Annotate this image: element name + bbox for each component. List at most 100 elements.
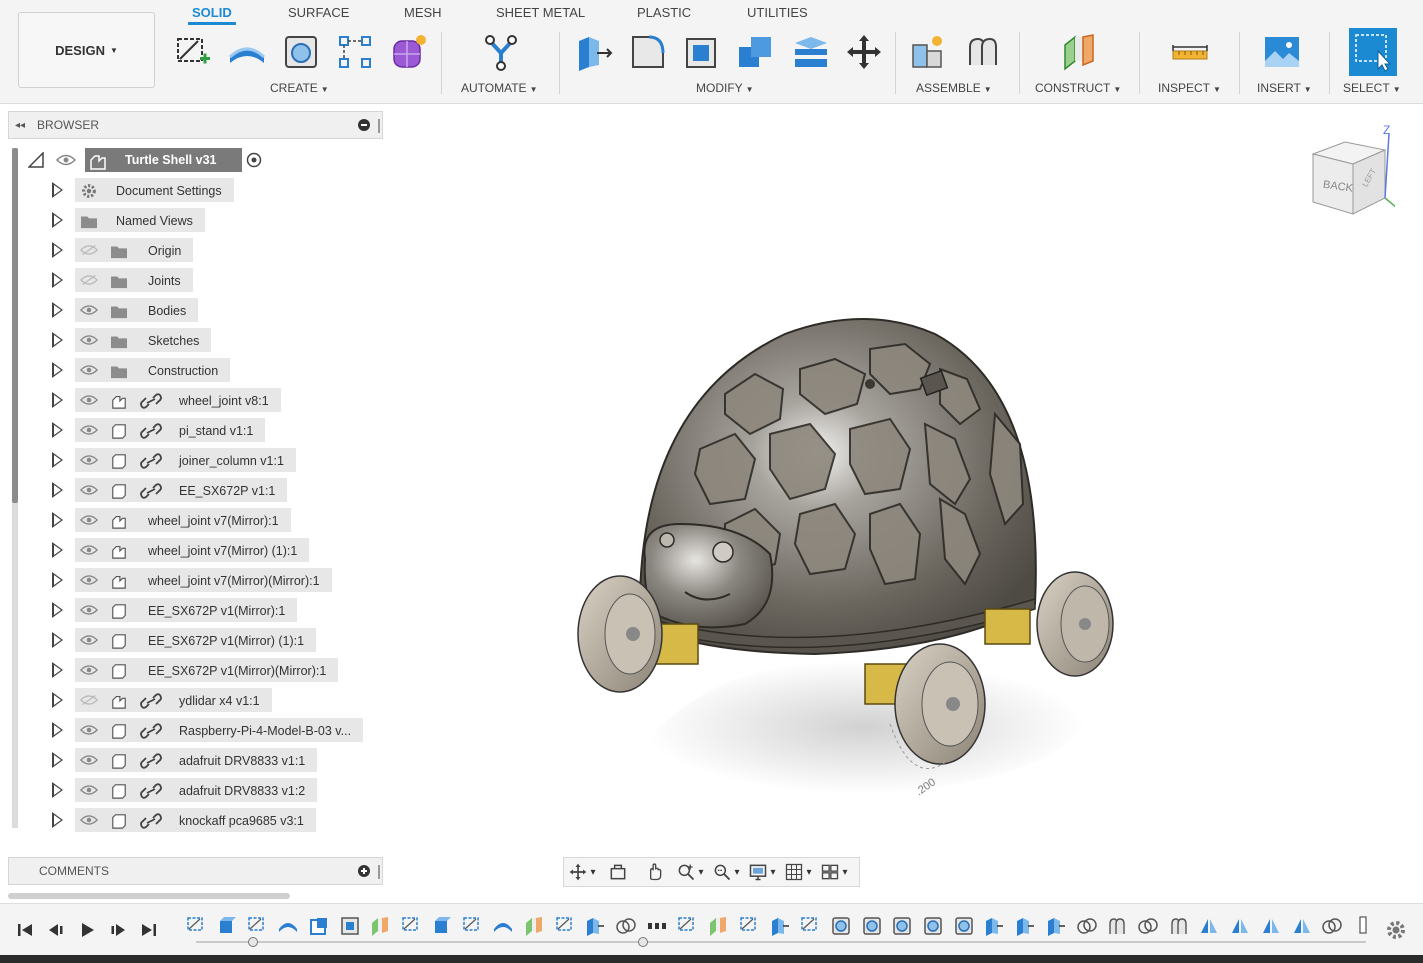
turtle-robot-model[interactable]: .200 [395,104,1423,894]
timeline-plane-icon[interactable] [523,915,545,937]
step-back-icon[interactable] [46,920,66,940]
eye-icon[interactable] [80,304,98,316]
inspect-menu[interactable]: INSPECT ▼ [1158,81,1221,95]
timeline-mirror-icon[interactable] [1198,915,1220,937]
measure-icon[interactable] [1168,30,1212,74]
minimize-panel-icon[interactable] [358,119,370,131]
expand-triangle-icon[interactable] [52,752,63,768]
tab-solid[interactable]: SOLID [192,5,232,20]
expand-triangle-icon[interactable] [52,602,63,618]
eye-icon[interactable] [80,364,98,376]
horizontal-scrollbar[interactable] [8,893,290,899]
expand-triangle-icon[interactable] [52,332,63,348]
browser-row[interactable]: Named Views [0,205,390,235]
move-icon[interactable] [842,30,886,74]
browser-row[interactable]: wheel_joint v8:1 [0,385,390,415]
browser-row[interactable]: adafruit DRV8833 v1:1 [0,745,390,775]
fit-button[interactable]: ▾ [708,858,744,886]
eye-icon[interactable] [80,754,98,766]
timeline-track[interactable] [196,941,1366,943]
timeline-combine-icon[interactable] [615,915,637,937]
expand-triangle-icon[interactable] [52,812,63,828]
pan-button[interactable] [636,858,672,886]
go-to-end-icon[interactable] [139,920,159,940]
expand-triangle-icon[interactable] [52,512,63,528]
timeline-hole-icon[interactable] [830,915,852,937]
revolve-icon[interactable] [279,30,323,74]
browser-row[interactable]: Document Settings [0,175,390,205]
automate-icon[interactable] [479,30,523,74]
viewports-button[interactable]: ▾ [816,858,852,886]
construct-menu[interactable]: CONSTRUCT ▼ [1035,81,1121,95]
timeline-revolve-icon[interactable] [277,915,299,937]
timeline-sketch-icon[interactable] [738,915,760,937]
select-menu[interactable]: SELECT ▼ [1343,81,1401,95]
timeline-press-pull-icon[interactable] [983,915,1005,937]
expand-triangle-icon[interactable] [52,782,63,798]
timeline-combine-icon[interactable] [1137,915,1159,937]
eye-icon[interactable] [80,514,98,526]
joint-icon[interactable] [961,30,1005,74]
eye-icon[interactable] [80,814,98,826]
expanded-triangle-icon[interactable] [28,152,44,168]
eye-icon[interactable] [80,574,98,586]
browser-row[interactable]: pi_stand v1:1 [0,415,390,445]
timeline-box-icon[interactable] [308,915,330,937]
expand-triangle-icon[interactable] [52,722,63,738]
browser-row[interactable]: wheel_joint v7(Mirror):1 [0,505,390,535]
extrude-icon[interactable] [225,30,269,74]
timeline-combine-icon[interactable] [1076,915,1098,937]
timeline-marker-icon[interactable] [1352,915,1374,937]
timeline-sketch-icon[interactable] [461,915,483,937]
eye-icon[interactable] [80,724,98,736]
browser-row[interactable]: wheel_joint v7(Mirror) (1):1 [0,535,390,565]
create-sketch-icon[interactable] [171,30,215,74]
create-menu[interactable]: CREATE ▼ [270,81,329,95]
browser-row[interactable]: Construction [0,355,390,385]
look-at-button[interactable] [600,858,636,886]
browser-row[interactable]: Bodies [0,295,390,325]
timeline-sketch-icon[interactable] [185,915,207,937]
eye-hidden-icon[interactable] [80,244,98,256]
display-settings-button[interactable]: ▾ [744,858,780,886]
timeline-hole-icon[interactable] [953,915,975,937]
browser-row[interactable]: Sketches [0,325,390,355]
select-icon[interactable] [1349,28,1397,76]
timeline-press-pull-icon[interactable] [769,915,791,937]
timeline-hole-icon[interactable] [861,915,883,937]
eye-icon[interactable] [80,784,98,796]
sketch-pattern-icon[interactable] [333,30,377,74]
expand-triangle-icon[interactable] [52,272,63,288]
workspace-switcher-button[interactable]: DESIGN ▼ [18,12,155,88]
automate-menu[interactable]: AUTOMATE ▼ [461,81,537,95]
browser-row[interactable]: Joints [0,265,390,295]
press-pull-icon[interactable] [572,30,616,74]
step-forward-icon[interactable] [108,920,128,940]
eye-icon[interactable] [80,454,98,466]
panel-pin-icon[interactable] [378,119,380,133]
expand-triangle-icon[interactable] [52,392,63,408]
timeline-hole-icon[interactable] [922,915,944,937]
expand-triangle-icon[interactable] [52,662,63,678]
timeline-pattern-icon[interactable] [646,915,668,937]
timeline-combine-icon[interactable] [1321,915,1343,937]
timeline-extrude-icon[interactable] [216,915,238,937]
assemble-menu[interactable]: ASSEMBLE ▼ [916,81,992,95]
timeline-mirror-icon[interactable] [1291,915,1313,937]
browser-row[interactable]: EE_SX672P v1:1 [0,475,390,505]
fillet-icon[interactable] [626,30,670,74]
eye-icon[interactable] [80,604,98,616]
timeline-marker-handle[interactable] [638,937,648,947]
eye-icon[interactable] [80,394,98,406]
eye-icon[interactable] [80,634,98,646]
collapse-panel-icon[interactable]: ◂◂ [15,120,25,131]
timeline-extrude-icon[interactable] [431,915,453,937]
expand-triangle-icon[interactable] [52,302,63,318]
insert-image-icon[interactable] [1260,30,1304,74]
eye-icon[interactable] [80,544,98,556]
modify-menu[interactable]: MODIFY ▼ [696,81,754,95]
timeline-press-pull-icon[interactable] [584,915,606,937]
timeline-sketch-icon[interactable] [676,915,698,937]
timeline-plane-icon[interactable] [369,915,391,937]
eye-icon[interactable] [80,424,98,436]
